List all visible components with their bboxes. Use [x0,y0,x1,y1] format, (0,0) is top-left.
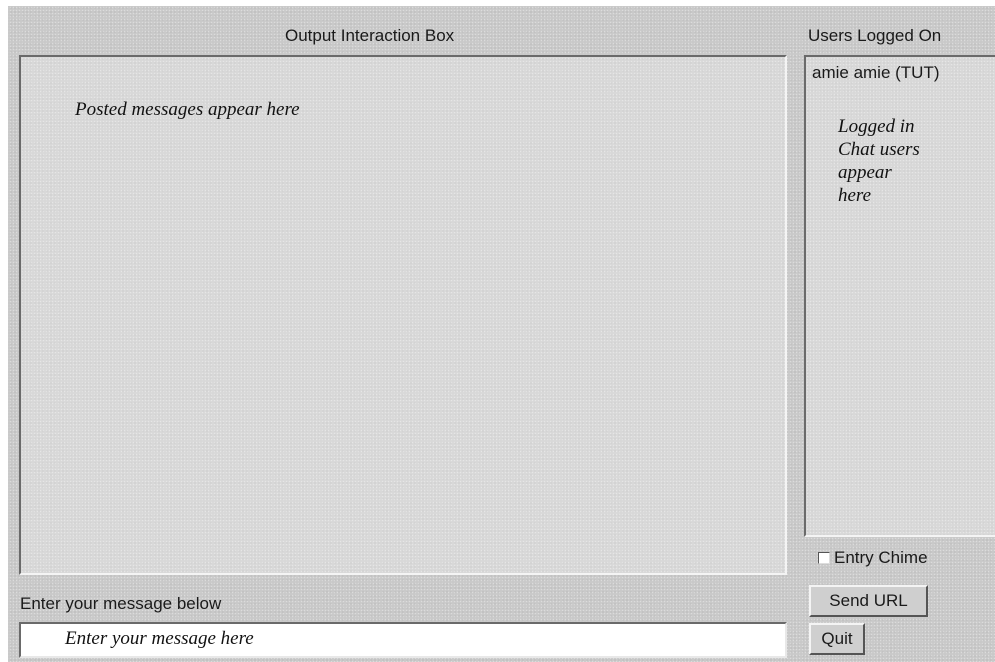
output-box-title: Output Interaction Box [285,26,455,45]
quit-button[interactable]: Quit [809,623,865,655]
users-placeholder-hint: Logged in Chat users appear here [838,116,920,206]
checkbox-box[interactable] [818,552,830,564]
entry-chime-label: Entry Chime [834,548,928,567]
entry-chime-checkbox[interactable]: Entry Chime [818,547,928,569]
output-placeholder-hint: Posted messages appear here [75,99,300,120]
users-list-title: Users Logged On [808,26,942,45]
user-list-item[interactable]: amie amie (TUT) [812,63,940,83]
top-border [0,0,995,6]
message-placeholder-hint: Enter your message here [65,628,254,649]
message-input-label: Enter your message below [20,594,222,613]
chat-applet: Output Interaction Box Users Logged On P… [0,0,995,662]
users-logged-on-list[interactable]: amie amie (TUT) Logged in Chat users app… [804,55,995,537]
message-input-field[interactable]: Enter your message here [19,622,787,658]
left-border [0,0,8,662]
output-interaction-box[interactable]: Posted messages appear here [19,55,787,575]
send-url-button[interactable]: Send URL [809,585,928,617]
